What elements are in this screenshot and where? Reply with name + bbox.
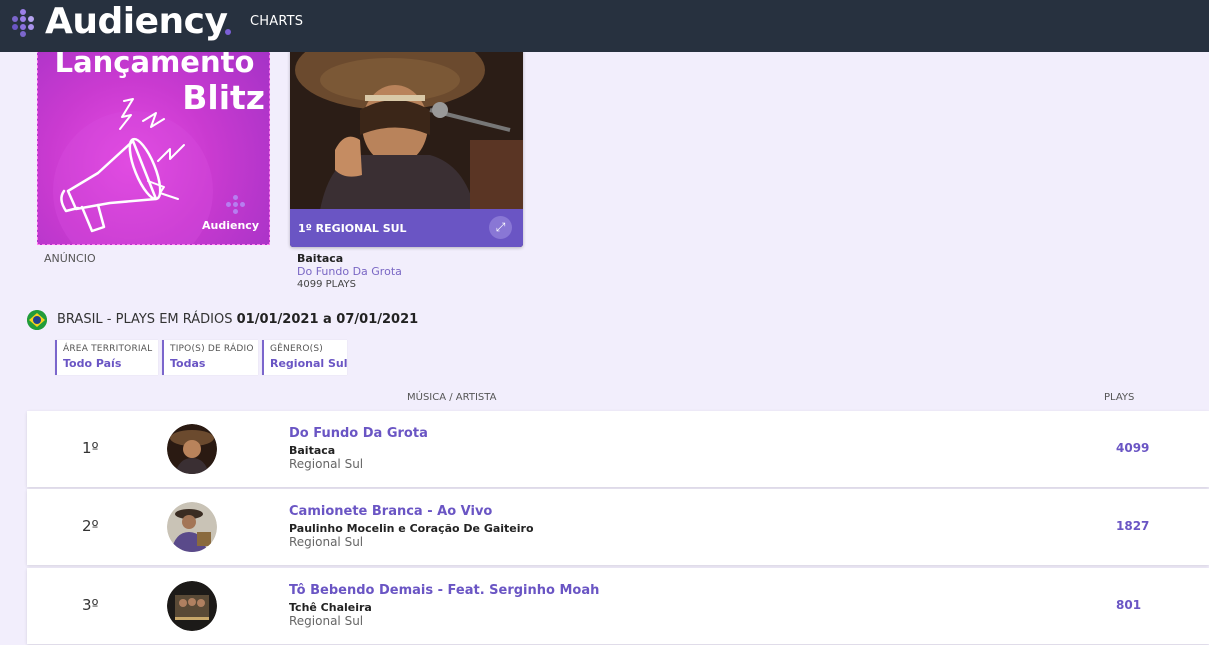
logo-dot xyxy=(225,29,231,35)
filter-label: TIPO(S) DE RÁDIO xyxy=(170,344,254,354)
filter-value: Todas xyxy=(170,357,206,370)
ad-logo-icon xyxy=(225,195,247,217)
filter-value: Todo País xyxy=(63,357,122,370)
chart-heading: BRASIL - PLAYS EM RÁDIOS 01/01/2021 a 07… xyxy=(57,312,418,327)
rank: 3º xyxy=(82,596,99,614)
featured-plays: 4099 PLAYS xyxy=(297,279,356,290)
ad-brand-text: Audiency xyxy=(202,219,259,232)
genre: Regional Sul xyxy=(289,457,364,471)
artist-name[interactable]: Tchê Chaleira xyxy=(289,601,372,614)
expand-icon[interactable]: ⤢ xyxy=(489,216,512,239)
chart-date-range: 01/01/2021 a 07/01/2021 xyxy=(236,312,419,327)
chart-heading-prefix: BRASIL - PLAYS EM RÁDIOS xyxy=(57,312,233,327)
table-row[interactable]: 3º Tô Bebendo Demais - Feat. Serginho Mo… xyxy=(27,568,1209,644)
song-title[interactable]: Do Fundo Da Grota xyxy=(289,426,428,441)
featured-artist[interactable]: Baitaca xyxy=(297,252,343,265)
genre: Regional Sul xyxy=(289,614,364,628)
artist-photo xyxy=(290,40,523,210)
plays-count: 801 xyxy=(1116,598,1142,612)
filter-radio-type[interactable]: TIPO(S) DE RÁDIO Todas xyxy=(162,340,258,375)
genre: Regional Sul xyxy=(289,535,364,549)
audiency-logo-text[interactable]: Audiency xyxy=(45,0,228,44)
artist-avatar xyxy=(167,502,217,552)
audiency-logo-icon[interactable] xyxy=(9,9,37,37)
top-nav-bar: Audiency CHARTS xyxy=(0,0,1209,52)
rank: 1º xyxy=(82,439,99,457)
plays-count: 4099 xyxy=(1116,441,1150,455)
song-title[interactable]: Tô Bebendo Demais - Feat. Serginho Moah xyxy=(289,583,599,598)
plays-count: 1827 xyxy=(1116,519,1150,533)
column-header-plays: PLAYS xyxy=(1104,392,1135,403)
featured-song-card[interactable]: 1º REGIONAL SUL ⤢ xyxy=(290,40,523,247)
featured-rank-band: 1º REGIONAL SUL ⤢ xyxy=(290,209,523,247)
table-row[interactable]: 2º Camionete Branca - Ao Vivo Paulinho M… xyxy=(27,489,1209,565)
artist-avatar xyxy=(167,581,217,631)
filter-territorial-area[interactable]: ÁREA TERRITORIAL Todo País xyxy=(55,340,158,375)
artist-name[interactable]: Baitaca xyxy=(289,444,335,457)
nav-charts-link[interactable]: CHARTS xyxy=(250,14,303,29)
column-header-song-artist: MÚSICA / ARTISTA xyxy=(407,392,497,403)
filter-label: ÁREA TERRITORIAL xyxy=(63,344,153,354)
artist-name[interactable]: Paulinho Mocelin e Coração De Gaiteiro xyxy=(289,522,534,535)
song-title[interactable]: Camionete Branca - Ao Vivo xyxy=(289,504,492,519)
ad-label: ANÚNCIO xyxy=(44,252,96,265)
brazil-flag-icon xyxy=(27,310,47,330)
featured-rank-label: 1º REGIONAL SUL xyxy=(298,222,407,235)
filter-value: Regional Sul xyxy=(270,357,348,370)
rank: 2º xyxy=(82,517,99,535)
ad-banner[interactable]: Lançamento Blitz Audiency xyxy=(37,40,270,245)
table-row[interactable]: 1º Do Fundo Da Grota Baitaca Regional Su… xyxy=(27,411,1209,487)
filter-label: GÊNERO(S) xyxy=(270,344,323,354)
featured-song[interactable]: Do Fundo Da Grota xyxy=(297,265,402,278)
artist-avatar xyxy=(167,424,217,474)
filter-genre[interactable]: GÊNERO(S) Regional Sul xyxy=(262,340,348,375)
